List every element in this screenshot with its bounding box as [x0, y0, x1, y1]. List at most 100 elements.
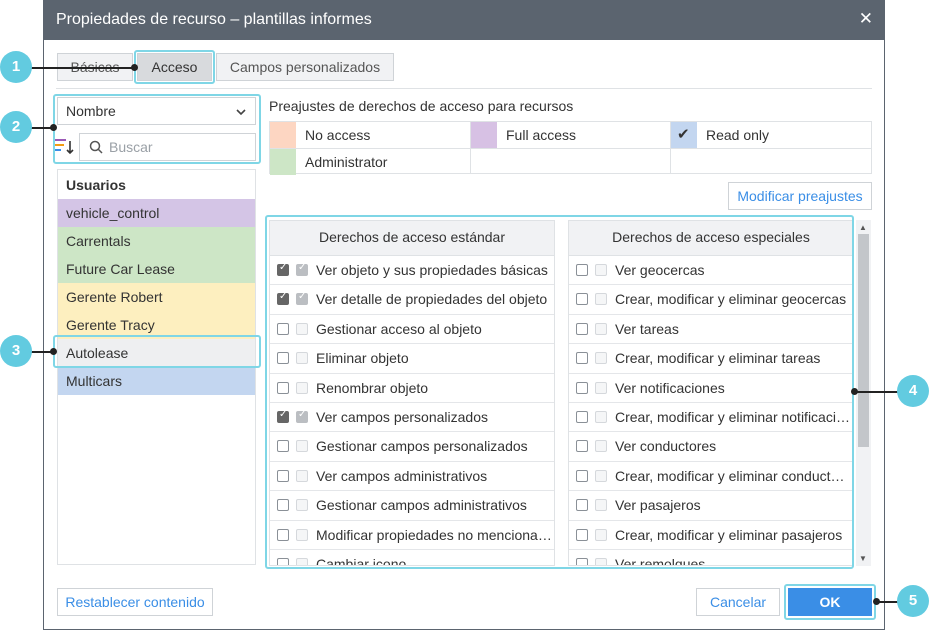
list-item-user[interactable]: Future Car Lease [58, 255, 255, 283]
access-checkbox[interactable] [576, 381, 588, 394]
rights-row[interactable]: Crear, modificar y eliminar tareas [569, 344, 853, 374]
rights-row-label: Ver detalle de propiedades del objeto [316, 291, 548, 308]
rights-row[interactable]: Ver detalle de propiedades del objeto [270, 285, 554, 315]
inherited-checkbox [595, 352, 607, 365]
preset-swatch [270, 122, 296, 148]
dialog-titlebar: Propiedades de recurso – plantillas info… [43, 0, 885, 40]
rights-row-label: Eliminar objeto [316, 350, 409, 367]
access-checkbox[interactable] [576, 293, 588, 306]
search-placeholder: Buscar [109, 139, 153, 155]
access-checkbox[interactable] [277, 558, 289, 565]
access-checkbox[interactable] [277, 440, 289, 453]
list-item-user[interactable]: Carrentals [58, 227, 255, 255]
inherited-checkbox [595, 440, 607, 453]
dialog-title: Propiedades de recurso – plantillas info… [56, 11, 372, 28]
rights-row[interactable]: Ver tareas [569, 315, 853, 345]
modify-presets-button[interactable]: Modificar preajustes [728, 182, 872, 210]
rights-row[interactable]: Ver geocercas [569, 256, 853, 286]
rights-row[interactable]: Renombrar objeto [270, 374, 554, 403]
preset-no-access[interactable]: No access [270, 122, 470, 148]
tab-acceso[interactable]: Acceso [137, 53, 212, 81]
scrollbar-thumb[interactable] [858, 234, 869, 447]
access-checkbox[interactable] [277, 409, 289, 423]
close-icon[interactable]: ✕ [859, 9, 873, 29]
access-checkbox[interactable] [576, 264, 588, 276]
access-checkbox[interactable] [576, 352, 588, 365]
rights-scrollbar[interactable]: ▲ ▼ [856, 220, 871, 566]
cancel-button[interactable]: Cancelar [696, 588, 780, 616]
reset-content-button[interactable]: Restablecer contenido [57, 588, 213, 616]
sort-order-icon[interactable] [55, 137, 75, 157]
rights-row[interactable]: Ver pasajeros [569, 491, 853, 521]
scroll-up-icon[interactable]: ▲ [859, 223, 867, 232]
inherited-checkbox [296, 528, 308, 541]
ok-button[interactable]: OK [788, 588, 872, 616]
rights-row[interactable]: Crear, modificar y eliminar notificacion… [569, 403, 853, 433]
callout-badge: 5 [897, 585, 929, 617]
sort-select[interactable]: Nombre [57, 97, 256, 125]
preset-label: No access [305, 127, 371, 143]
rights-row[interactable]: Modificar propiedades no mencionadas [270, 521, 554, 550]
access-checkbox[interactable] [576, 499, 588, 512]
list-item-user[interactable]: vehicle_control [58, 199, 255, 227]
rights-row[interactable]: Ver conductores [569, 432, 853, 462]
inherited-checkbox [595, 322, 607, 335]
access-checkbox[interactable] [576, 322, 588, 335]
preset-read-only[interactable]: ✔ Read only [671, 122, 871, 148]
rights-row-label: Gestionar campos personalizados [316, 438, 528, 455]
access-checkbox[interactable] [576, 440, 588, 453]
access-checkbox[interactable] [277, 262, 289, 276]
list-item-user[interactable]: Gerente Robert [58, 283, 255, 311]
inherited-checkbox [595, 499, 607, 512]
inherited-checkbox [296, 499, 308, 512]
rights-row[interactable]: Crear, modificar y eliminar pasajeros [569, 521, 853, 550]
rights-row[interactable]: Crear, modificar y eliminar conductores [569, 462, 853, 492]
callout-dot [131, 64, 138, 71]
rights-row[interactable]: Ver campos personalizados [270, 403, 554, 433]
inherited-checkbox [595, 293, 607, 306]
rights-row-label: Ver pasajeros [615, 497, 701, 514]
rights-row[interactable]: Ver remolques [569, 550, 853, 565]
user-list-header: Usuarios [66, 177, 126, 193]
list-item-user[interactable]: Autolease [58, 339, 255, 367]
rights-row[interactable]: Gestionar campos administrativos [270, 491, 554, 521]
access-checkbox[interactable] [277, 352, 289, 365]
inherited-checkbox [296, 469, 308, 482]
access-checkbox[interactable] [277, 322, 289, 335]
access-checkbox[interactable] [277, 291, 289, 306]
rights-row[interactable]: Gestionar acceso al objeto [270, 315, 554, 345]
access-checkbox[interactable] [277, 528, 289, 541]
inherited-checkbox [296, 352, 308, 365]
access-checkbox[interactable] [277, 469, 289, 482]
preset-administrator[interactable]: Administrator [270, 149, 470, 175]
inherited-checkbox [296, 291, 308, 306]
rights-row[interactable]: Cambiar icono [270, 550, 554, 565]
tab-campos-personalizados[interactable]: Campos personalizados [216, 53, 394, 81]
preset-full-access[interactable]: Full access [471, 122, 670, 148]
access-checkbox[interactable] [576, 411, 588, 423]
access-checkbox[interactable] [277, 381, 289, 394]
list-item-user[interactable]: Gerente Tracy [58, 311, 255, 339]
presets-table: No access Full access ✔ Read only Admini… [269, 121, 872, 175]
rights-row[interactable]: Gestionar campos personalizados [270, 432, 554, 462]
rights-row[interactable]: Crear, modificar y eliminar geocercas [569, 285, 853, 315]
search-field[interactable]: Buscar [79, 133, 256, 161]
rights-row[interactable]: Ver objeto y sus propiedades básicas [270, 256, 554, 286]
standard-rights-header: Derechos de acceso estándar [270, 221, 554, 256]
scroll-down-icon[interactable]: ▼ [859, 554, 867, 563]
callout-badge: 1 [0, 51, 32, 83]
rights-row-label: Crear, modificar y eliminar tareas [615, 350, 821, 367]
access-checkbox[interactable] [576, 469, 588, 482]
rights-row[interactable]: Eliminar objeto [270, 344, 554, 374]
rights-row-label: Ver geocercas [615, 262, 705, 278]
rights-row[interactable]: Ver campos administrativos [270, 462, 554, 492]
list-item-user[interactable]: Multicars [58, 367, 255, 395]
rights-row[interactable]: Ver notificaciones [569, 374, 853, 403]
access-checkbox[interactable] [576, 528, 588, 541]
access-checkbox[interactable] [277, 499, 289, 512]
access-checkbox[interactable] [576, 558, 588, 565]
preset-swatch: ✔ [671, 122, 697, 148]
preset-label: Full access [506, 127, 577, 143]
rights-row-label: Crear, modificar y eliminar conductores [615, 467, 851, 484]
rights-row-label: Ver campos administrativos [316, 467, 488, 484]
